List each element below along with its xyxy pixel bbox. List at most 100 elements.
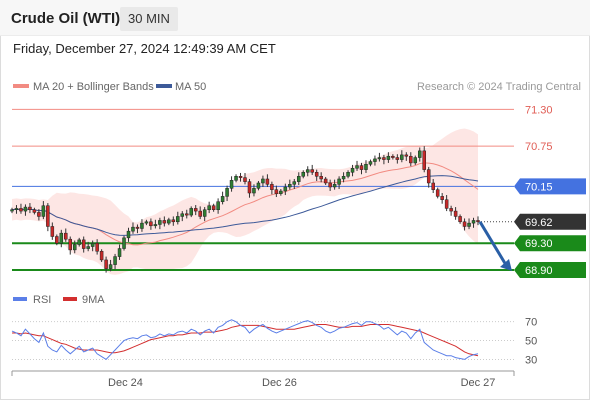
candle-up (279, 190, 283, 194)
candle-down (426, 169, 431, 184)
candle-up (77, 239, 81, 245)
candle-up (350, 168, 355, 173)
rsi-tick-label: 70 (525, 317, 537, 329)
candle-up (216, 201, 220, 210)
candle-down (328, 182, 332, 188)
candle-down (440, 196, 444, 200)
level-label-70-15: 70.15 (525, 181, 553, 193)
candle-up (400, 154, 404, 160)
candle-down (19, 208, 23, 212)
candle-up (167, 219, 171, 224)
candle-down (310, 169, 314, 173)
bollinger-bands (12, 128, 478, 275)
candle-down (444, 199, 449, 209)
rsi-tick-label: 50 (525, 336, 537, 348)
candle-up (14, 208, 19, 210)
candle-up (225, 188, 229, 197)
candle-down (185, 213, 189, 216)
legend-bollinger-label: MA 20 + Bollinger Bands (33, 81, 154, 93)
candle-down (32, 209, 37, 213)
candle-up (386, 155, 391, 160)
candle-down (99, 250, 104, 261)
candle-up (140, 222, 144, 229)
level-label-69-30: 69.30 (525, 238, 553, 250)
candle-down (247, 181, 252, 194)
x-tick-label: Dec 27 (461, 377, 496, 389)
candle-up (176, 216, 180, 223)
candle-up (131, 226, 135, 232)
candle-up (23, 206, 28, 212)
forecast-arrow (478, 221, 512, 271)
candle-down (171, 219, 176, 223)
candle-up (355, 165, 359, 169)
candle-up (86, 246, 90, 249)
candle-up (180, 213, 185, 217)
candle-up (202, 209, 207, 217)
level-label-71-30: 71.30 (525, 104, 553, 116)
candle-down (435, 189, 440, 197)
candle-down (449, 208, 453, 212)
price-chart: MA 20 + Bollinger Bands MA 50 Research ©… (10, 81, 586, 389)
candle-up (126, 230, 131, 239)
legend-ma50-swatch (156, 84, 172, 88)
candle-down (243, 177, 247, 182)
candle-up (341, 176, 346, 180)
candle-down (314, 172, 319, 177)
candle-down (193, 208, 198, 212)
candle-up (113, 256, 117, 265)
candle-down (431, 182, 435, 190)
candle-down (391, 155, 395, 158)
legend-rsi-label: RSI (33, 294, 51, 306)
candle-down (238, 176, 243, 178)
candle-up (59, 232, 64, 244)
legend-9ma-label: 9MA (82, 294, 105, 306)
candle-down (211, 205, 216, 210)
candle-up (122, 237, 126, 249)
candle-down (404, 154, 409, 157)
candle-down (395, 157, 400, 160)
candle-up (337, 178, 341, 185)
x-axis: Dec 24 Dec 26 Dec 27 (11, 370, 515, 389)
candle-up (256, 182, 261, 189)
candle-up (158, 220, 162, 225)
level-labels: 71.30 70.75 70.15 69.62 69.30 68.90 (514, 104, 586, 278)
candle-up (413, 157, 418, 164)
candle-down (265, 178, 270, 185)
rsi-panel: 70 50 30 (11, 317, 537, 366)
candle-up (368, 161, 373, 165)
candle-up (72, 244, 77, 251)
candle-up (364, 163, 368, 170)
candle-down (68, 238, 72, 251)
candle-down (359, 165, 364, 170)
candle-down (81, 239, 86, 249)
legend-bollinger-swatch (13, 84, 29, 88)
candle-up (467, 222, 471, 227)
x-tick-label: Dec 24 (108, 377, 143, 389)
candle-up (189, 208, 193, 216)
candle-down (95, 242, 99, 252)
candle-down (270, 184, 274, 190)
candle-up (108, 264, 113, 269)
candle-up (373, 158, 377, 162)
candle-up (346, 172, 350, 177)
candle-up (261, 178, 265, 184)
candle-up (377, 157, 382, 160)
legend-rsi-swatch (13, 297, 27, 301)
candle-down (319, 176, 323, 180)
candle-down (28, 206, 32, 210)
candle-down (149, 221, 153, 227)
candle-up (297, 176, 301, 182)
candle-down (50, 226, 55, 237)
candle-up (220, 196, 225, 202)
candle-down (104, 259, 108, 269)
candle-up (229, 180, 234, 189)
x-tick-label: Dec 26 (262, 377, 297, 389)
level-label-69-62: 69.62 (525, 217, 553, 229)
legend: MA 20 + Bollinger Bands MA 50 (13, 81, 206, 93)
candle-down (37, 212, 41, 217)
candle-down (409, 155, 413, 164)
candle-down (462, 221, 467, 227)
candle-down (64, 232, 68, 240)
candle-down (135, 226, 140, 229)
candle-up (288, 184, 292, 188)
